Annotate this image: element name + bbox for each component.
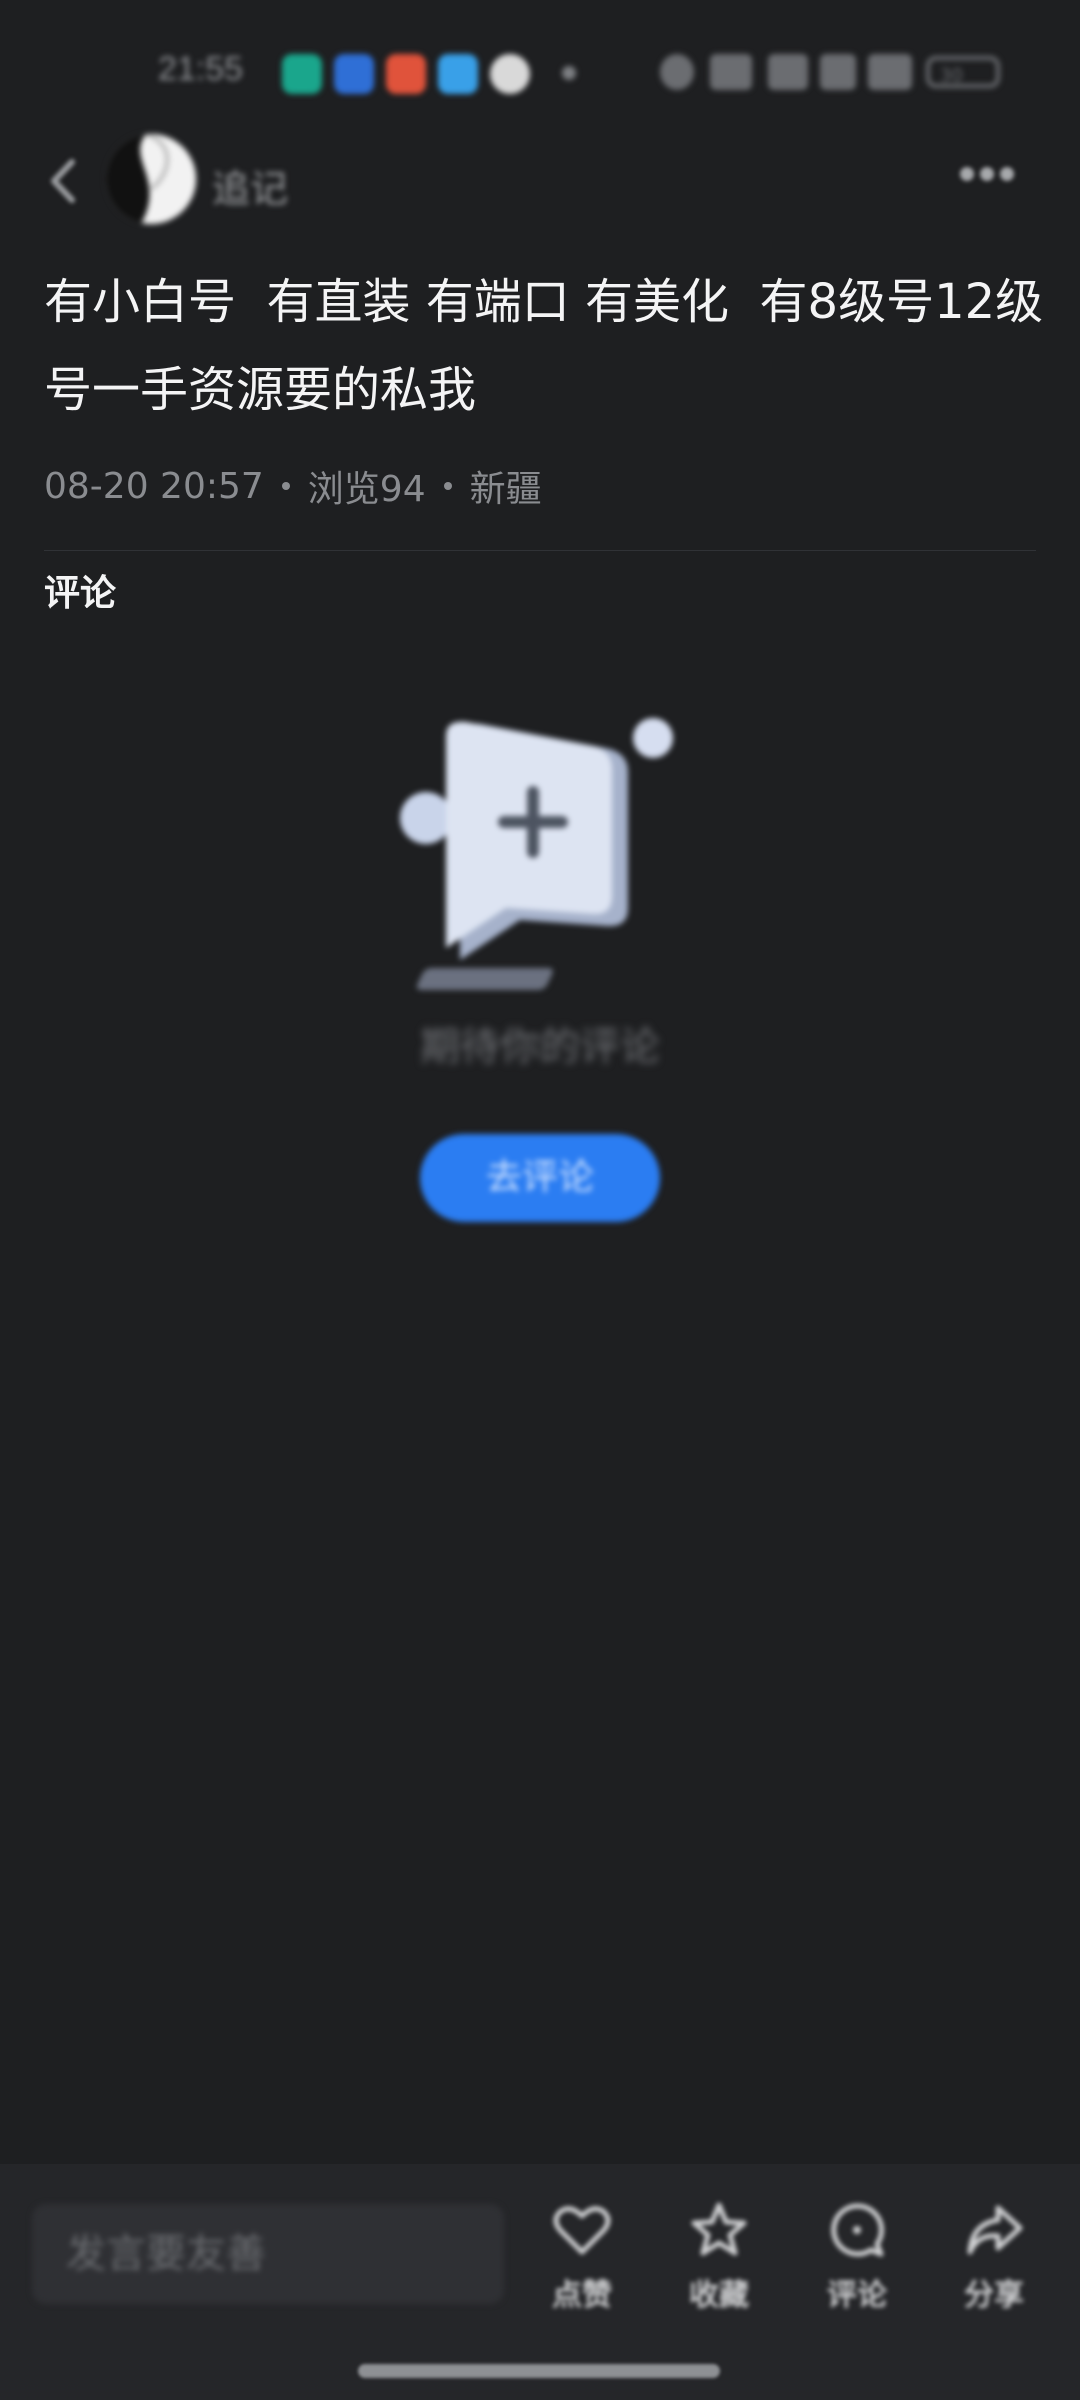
browser-icon bbox=[438, 54, 478, 94]
divider bbox=[44, 550, 1036, 551]
post-date: 08-20 20:57 bbox=[44, 465, 264, 507]
heart-icon bbox=[553, 2206, 611, 2255]
comment-bubble-icon bbox=[831, 2203, 885, 2257]
status-time: 21:55 bbox=[158, 50, 244, 88]
meta-separator bbox=[443, 482, 452, 490]
wechat-icon bbox=[490, 54, 530, 94]
more-dots-icon bbox=[960, 167, 974, 181]
wifi-icon bbox=[820, 54, 856, 90]
post-location: 新疆 bbox=[469, 469, 542, 510]
comments-heading: 评论 bbox=[44, 573, 117, 614]
chevron-left-icon bbox=[51, 159, 75, 203]
author-avatar[interactable] bbox=[106, 134, 196, 224]
empty-comments-illustration bbox=[380, 700, 700, 1000]
share-button[interactable]: 分享 bbox=[939, 2200, 1049, 2320]
back-button[interactable] bbox=[40, 156, 90, 206]
bottom-action-bar: 发言要友善 点赞 收藏 评论 分享 bbox=[0, 2164, 1080, 2400]
battery-level: 30 bbox=[940, 65, 963, 86]
post-views: 浏览94 bbox=[307, 469, 426, 510]
like-button[interactable]: 点赞 bbox=[527, 2200, 637, 2320]
cellular-signal-icon bbox=[868, 54, 912, 90]
post-title: 有小白号 有直装 有端口 有美化 有8级号12级号一手资源要的私我 bbox=[44, 274, 1044, 418]
more-dot bbox=[980, 167, 994, 181]
author-name[interactable]: 追记 bbox=[212, 158, 288, 213]
app-notification-icon bbox=[282, 54, 322, 94]
like-label: 点赞 bbox=[552, 2278, 612, 2313]
top-nav: 追记 bbox=[0, 130, 1080, 230]
photos-icon bbox=[386, 54, 426, 94]
share-arrow-icon bbox=[967, 2205, 1023, 2255]
favorite-button[interactable]: 收藏 bbox=[664, 2200, 774, 2320]
meta-separator bbox=[281, 482, 290, 490]
battery-icon: 30 bbox=[926, 56, 1000, 88]
post-meta: 08-20 20:57 浏览94 新疆 bbox=[44, 460, 542, 512]
comment-label: 评论 bbox=[827, 2278, 887, 2313]
share-label: 分享 bbox=[964, 2278, 1024, 2313]
signal-hd-icon bbox=[768, 54, 808, 90]
home-indicator[interactable] bbox=[358, 2364, 720, 2378]
comment-input[interactable]: 发言要友善 bbox=[32, 2204, 504, 2304]
more-options-button[interactable] bbox=[960, 166, 1026, 196]
go-comment-button[interactable]: 去评论 bbox=[420, 1134, 660, 1222]
status-bar: 21:55 30 bbox=[0, 0, 1080, 140]
empty-comments-text: 期待你的评论 bbox=[420, 1024, 660, 1070]
comment-bubble-plus-icon bbox=[400, 718, 673, 990]
favorite-label: 收藏 bbox=[689, 2278, 749, 2313]
more-dot bbox=[1000, 167, 1014, 181]
alarm-icon bbox=[660, 54, 694, 90]
more-notifications-dot-icon bbox=[562, 66, 576, 80]
message-icon bbox=[334, 54, 374, 94]
star-icon bbox=[691, 2202, 747, 2256]
nfc-icon bbox=[710, 54, 752, 90]
avatar-image bbox=[106, 134, 196, 224]
comment-button[interactable]: 评论 bbox=[802, 2200, 912, 2320]
